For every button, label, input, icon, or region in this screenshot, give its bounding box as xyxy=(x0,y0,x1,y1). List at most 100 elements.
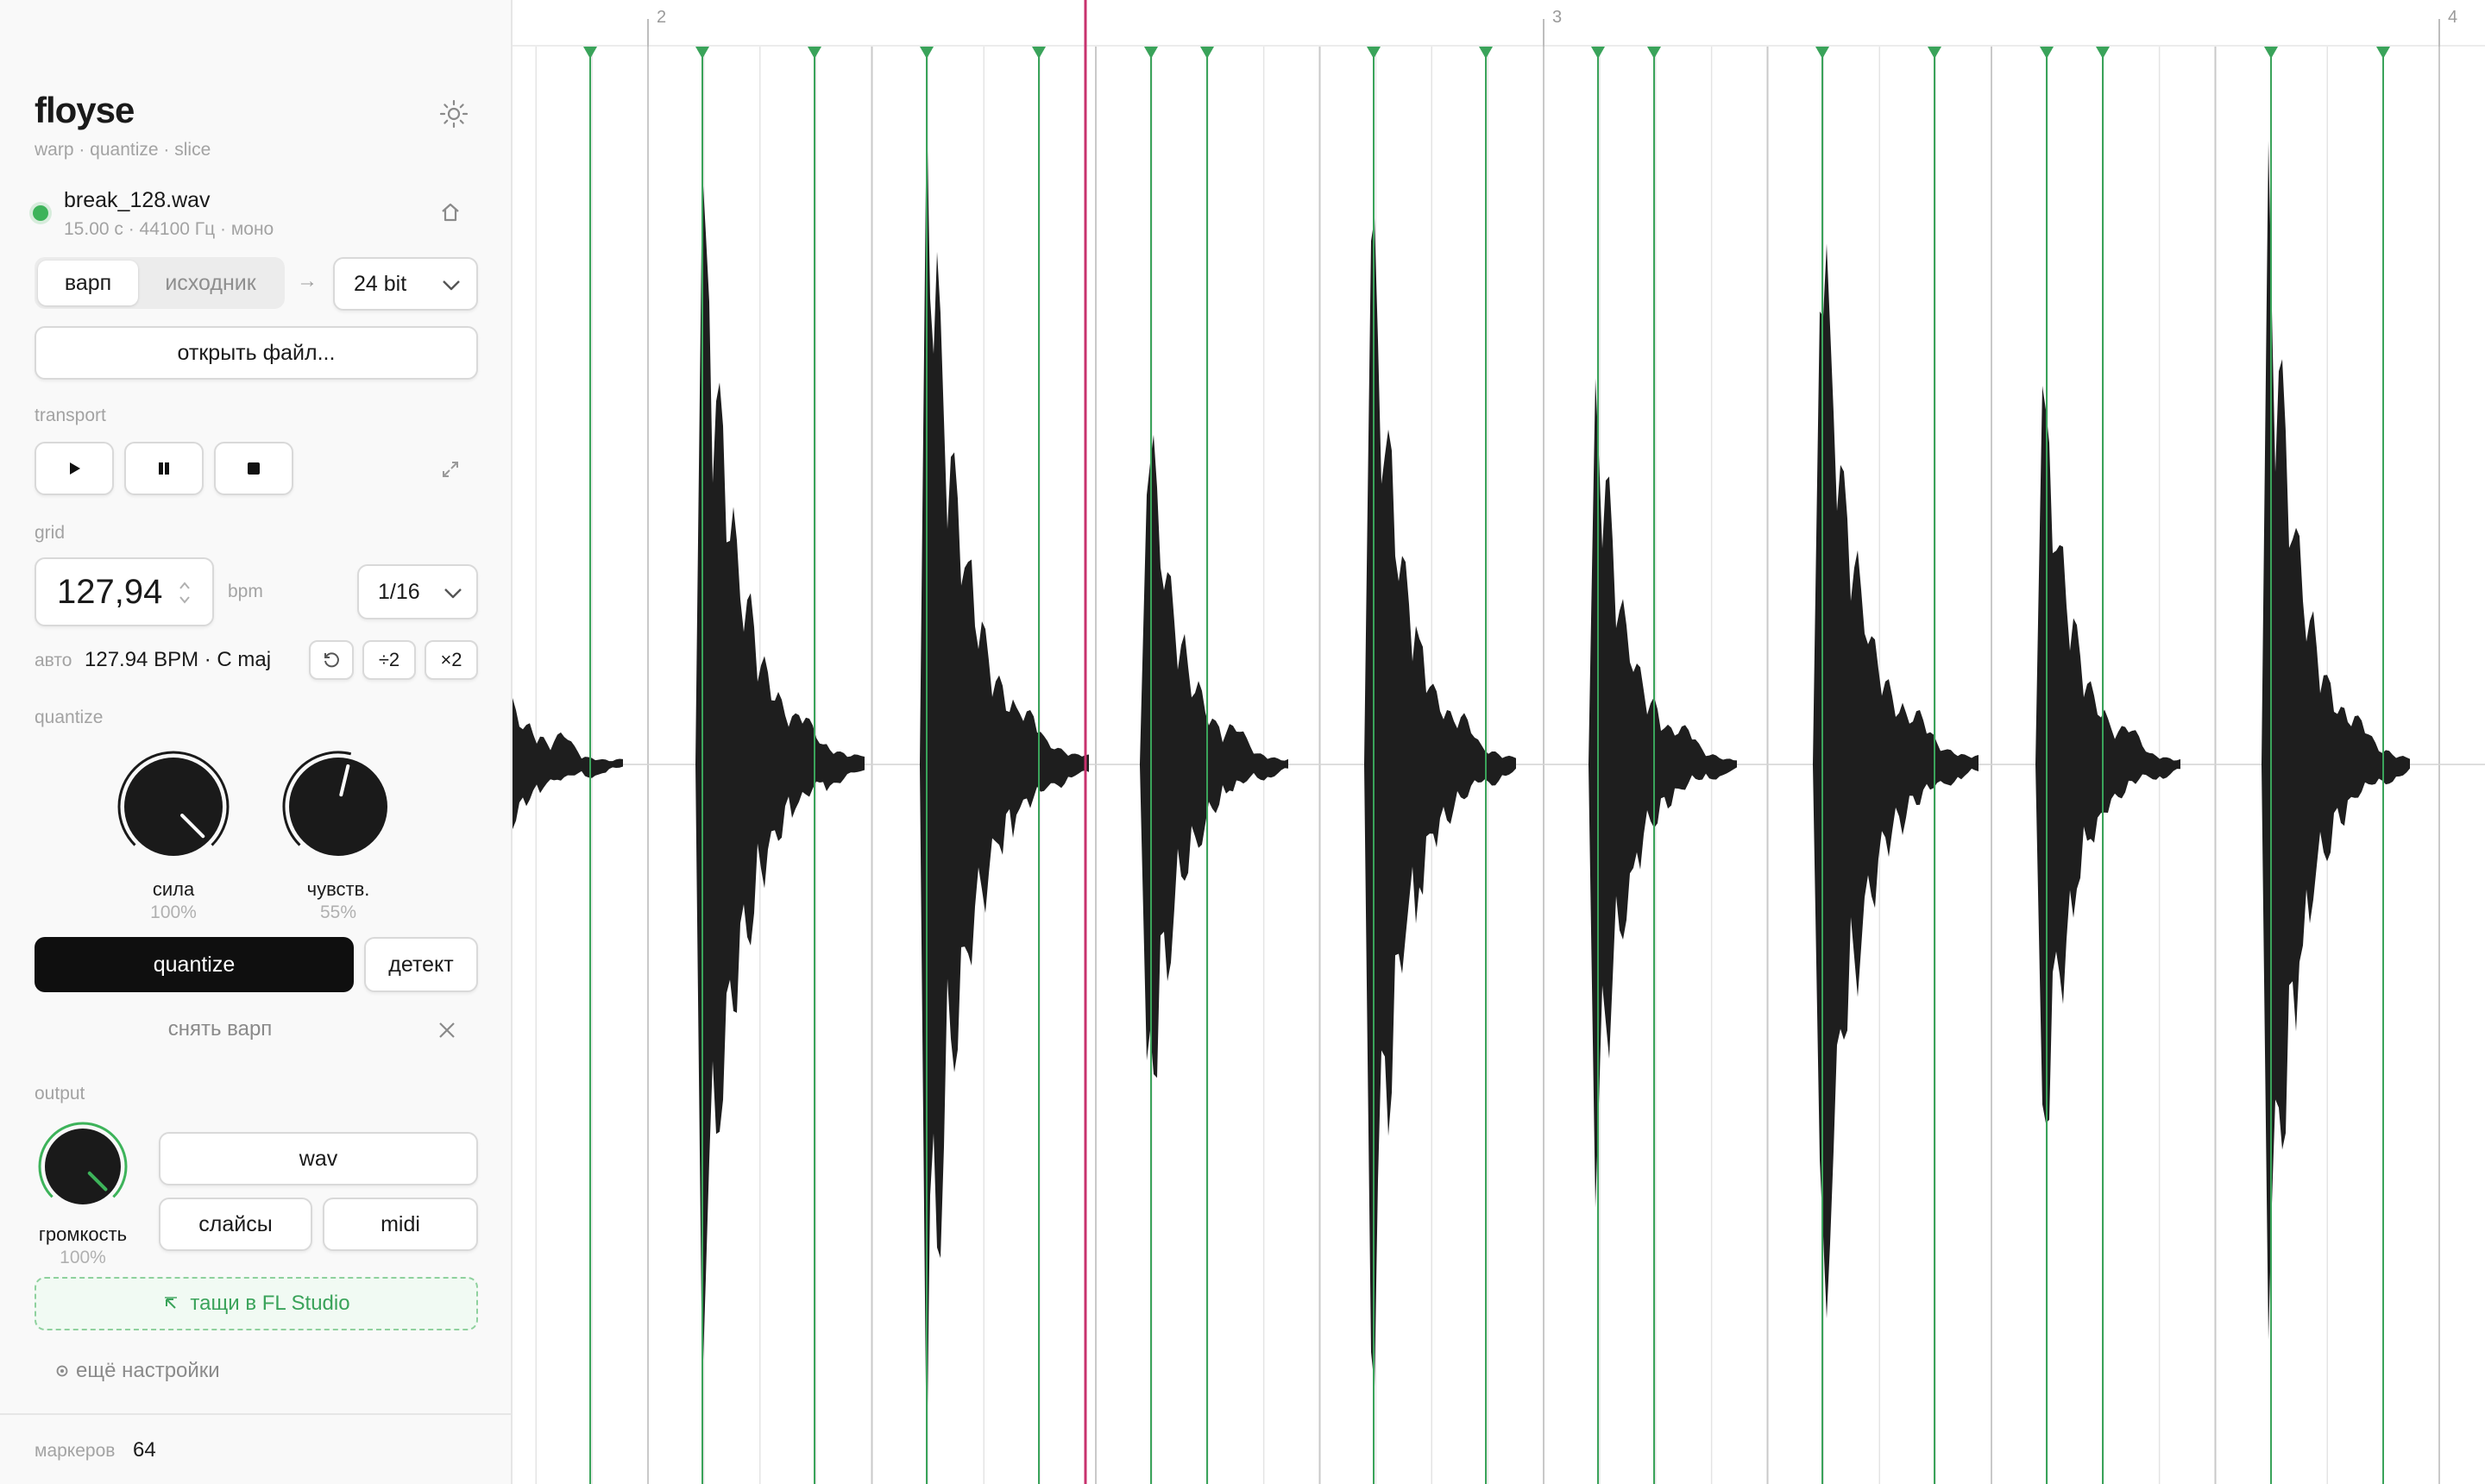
bpm-unit: bpm xyxy=(228,582,263,601)
view-mode-warp[interactable]: варп xyxy=(38,261,138,305)
view-mode-source[interactable]: исходник xyxy=(142,261,280,305)
waveform-transient xyxy=(2035,386,2180,1123)
detect-button[interactable]: детект xyxy=(364,937,478,992)
stop-button[interactable] xyxy=(214,442,293,495)
bar-label: 4 xyxy=(2448,8,2457,27)
markers-count: 64 xyxy=(133,1438,156,1462)
bit-depth-value: 24 bit xyxy=(354,271,407,296)
double-tempo-label: ×2 xyxy=(440,649,462,670)
bpm-value: 127,94 xyxy=(57,572,163,611)
view-mode-warp-label: варп xyxy=(64,270,112,295)
close-button[interactable] xyxy=(435,1018,459,1042)
expand-button[interactable] xyxy=(440,459,461,480)
drag-to-daw-zone[interactable]: тащи в FL Studio xyxy=(35,1277,478,1330)
onset-marker-handle xyxy=(1367,47,1381,59)
export-midi-label: midi xyxy=(381,1211,420,1236)
app-title: floyse xyxy=(35,90,135,130)
bar-label: 2 xyxy=(657,8,666,27)
onset-marker-handle xyxy=(2264,47,2278,59)
onset-marker-handle xyxy=(1200,47,1214,59)
volume-label: громкость xyxy=(38,1223,128,1245)
export-slices-button[interactable]: слайсы xyxy=(159,1198,312,1251)
bpm-input[interactable]: 127,94 xyxy=(35,557,214,626)
sensitivity-value: 55% xyxy=(319,902,357,922)
output-section-label: output xyxy=(35,1084,85,1104)
onset-marker-handle xyxy=(1928,47,1941,59)
stop-icon xyxy=(248,462,260,475)
more-settings-label: ещё настройки xyxy=(76,1359,220,1382)
play-icon xyxy=(70,462,80,475)
home-button[interactable] xyxy=(438,200,462,224)
export-wav-button[interactable]: wav xyxy=(159,1132,478,1185)
reset-icon xyxy=(324,652,339,668)
volume-knob[interactable] xyxy=(36,1120,129,1213)
expand-icon xyxy=(443,462,458,477)
bit-depth-select[interactable]: 24 bit xyxy=(333,257,478,311)
waveform-transient xyxy=(1589,378,1737,1208)
waveform-view[interactable]: 2 3 4 xyxy=(513,0,2485,1484)
gear-icon xyxy=(56,1365,68,1377)
bar-label: 3 xyxy=(1552,8,1562,27)
quantize-section-label: quantize xyxy=(35,707,104,727)
quantize-button-label: quantize xyxy=(153,952,236,977)
waveform-transient xyxy=(1364,217,1516,1387)
quantize-button[interactable]: quantize xyxy=(35,937,354,992)
stepper-icon xyxy=(179,582,190,604)
sidebar-footer xyxy=(0,1413,511,1415)
timeline[interactable]: 2 3 4 xyxy=(513,0,2485,1484)
waveform-transient xyxy=(2262,141,2410,1340)
export-wav-label: wav xyxy=(299,1146,338,1171)
grid-division-value: 1/16 xyxy=(378,579,420,604)
detect-button-label: детект xyxy=(388,952,454,977)
chevron-down-icon xyxy=(444,588,462,599)
grid-section-label: grid xyxy=(35,523,66,543)
strength-value: 100% xyxy=(150,902,197,922)
file-meta: 15.00 с · 44100 Гц · моно xyxy=(64,219,274,239)
file-status-dot xyxy=(33,205,48,221)
onset-marker-handle xyxy=(2040,47,2054,59)
onset-marker-handle xyxy=(1591,47,1605,59)
pause-icon xyxy=(159,462,169,475)
sensitivity-label: чувств. xyxy=(306,878,370,900)
play-button[interactable] xyxy=(35,442,114,495)
waveform-transient xyxy=(513,698,623,830)
open-file-label: открыть файл... xyxy=(177,340,336,365)
onset-marker-handle xyxy=(808,47,821,59)
halve-tempo-label: ÷2 xyxy=(378,649,400,670)
onset-marker-handle xyxy=(1647,47,1661,59)
onset-marker-handle xyxy=(2096,47,2110,59)
halve-tempo-button[interactable]: ÷2 xyxy=(362,640,416,680)
strength-knob[interactable] xyxy=(116,749,231,865)
onset-marker-handle xyxy=(1815,47,1829,59)
double-tempo-button[interactable]: ×2 xyxy=(425,640,478,680)
waveform-transient xyxy=(1140,435,1288,1078)
sidebar: floyse warp · quantize · slice break_128… xyxy=(0,0,513,1484)
waveform-transient xyxy=(920,101,1089,1476)
auto-label: авто xyxy=(35,651,72,670)
theme-toggle[interactable] xyxy=(438,98,469,129)
grid-division-select[interactable]: 1/16 xyxy=(357,564,478,619)
volume-value: 100% xyxy=(60,1248,106,1267)
sensitivity-knob[interactable] xyxy=(280,749,396,865)
onset-marker-handle xyxy=(920,47,934,59)
app-subtitle: warp · quantize · slice xyxy=(35,140,211,160)
drag-out-icon xyxy=(165,1297,178,1309)
auto-detected-value: 127.94 BPM · C maj xyxy=(85,648,272,671)
export-midi-button[interactable]: midi xyxy=(323,1198,478,1251)
reset-tempo-button[interactable] xyxy=(309,640,354,680)
close-icon xyxy=(439,1022,455,1038)
open-file-button[interactable]: открыть файл... xyxy=(35,326,478,380)
onset-marker-handle xyxy=(583,47,597,59)
strength-knob-body xyxy=(124,758,223,856)
arrow-right-icon: → xyxy=(297,269,318,292)
markers-label: маркеров xyxy=(35,1441,116,1461)
onset-marker-handle xyxy=(1032,47,1046,59)
strength-label: сила xyxy=(152,878,195,900)
export-slices-label: слайсы xyxy=(198,1211,273,1236)
more-settings-link[interactable]: ещё настройки xyxy=(55,1358,220,1384)
onset-marker-handle xyxy=(1144,47,1158,59)
pause-button[interactable] xyxy=(124,442,204,495)
drag-to-daw-label: тащи в FL Studio xyxy=(190,1292,350,1315)
unwarp-button[interactable]: снять варп xyxy=(35,1009,406,1049)
home-icon xyxy=(442,203,459,222)
